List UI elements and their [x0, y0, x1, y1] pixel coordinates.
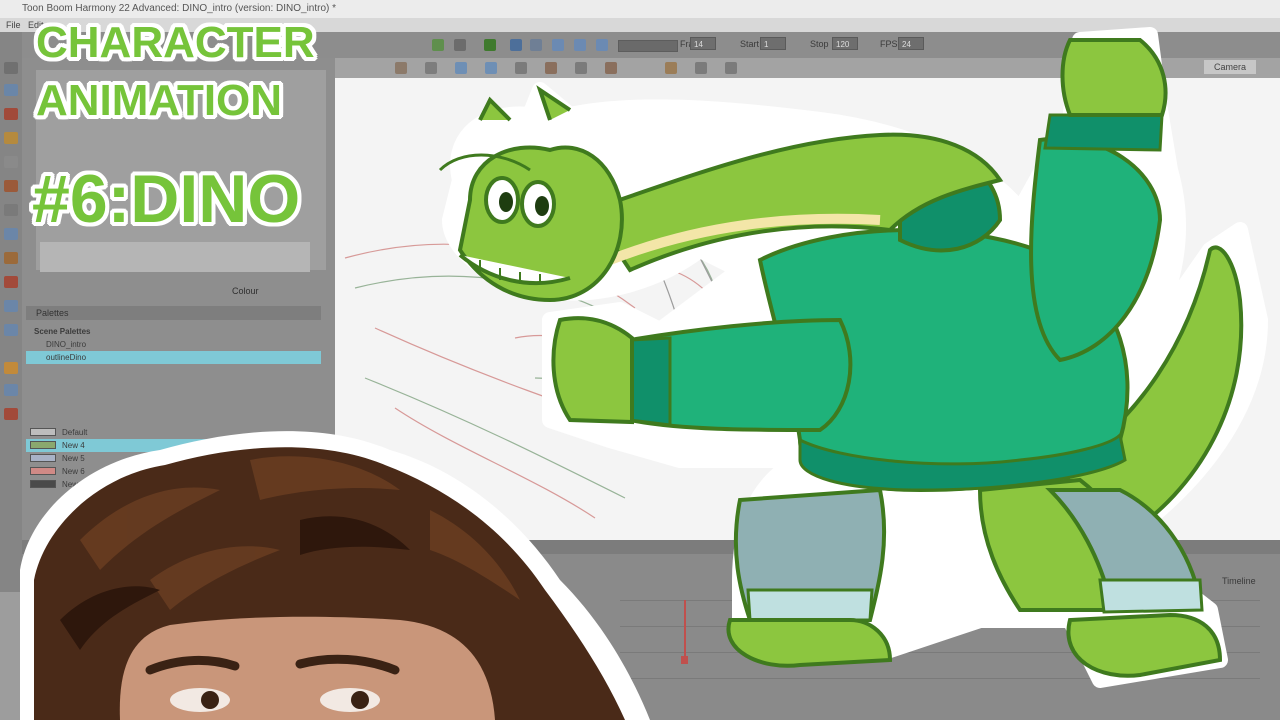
- select-tool-icon[interactable]: [395, 62, 407, 74]
- contour-icon[interactable]: [4, 84, 18, 96]
- left-eye: [170, 688, 230, 712]
- menu-item-file[interactable]: File: [6, 18, 21, 32]
- shape-icon[interactable]: [4, 228, 18, 240]
- hand-tool-icon[interactable]: [4, 362, 18, 374]
- palettes-header: Palettes: [26, 306, 321, 320]
- select-icon[interactable]: [4, 62, 18, 74]
- dino-foot-left: [726, 618, 893, 668]
- window-title: Toon Boom Harmony 22 Advanced: DINO_intr…: [22, 3, 337, 14]
- bone-tool-icon[interactable]: [4, 408, 18, 420]
- pencil-tool-icon[interactable]: [4, 132, 18, 144]
- dino-fist-forward: [551, 316, 634, 425]
- dino-fist-raised: [1060, 38, 1168, 117]
- fill-icon[interactable]: [4, 276, 18, 288]
- camera-tool-icon[interactable]: [4, 384, 18, 396]
- brush-tool-icon[interactable]: [4, 108, 18, 120]
- window-titlebar: Toon Boom Harmony 22 Advanced: DINO_intr…: [0, 0, 1280, 18]
- paint-tool-icon[interactable]: [4, 180, 18, 192]
- thumbnail-episode-title: #6:DINO: [32, 161, 301, 237]
- thumbnail-stage: Toon Boom Harmony 22 Advanced: DINO_intr…: [0, 0, 1280, 720]
- palette-list-item-selected[interactable]: outlineDino: [26, 351, 321, 364]
- zoom-tool-icon[interactable]: [4, 324, 18, 336]
- palette-list-header: Scene Palettes: [34, 327, 91, 336]
- cutter-icon[interactable]: [4, 300, 18, 312]
- brush-preview: [40, 242, 310, 272]
- eraser-icon[interactable]: [4, 156, 18, 168]
- tab-colour[interactable]: Colour: [232, 284, 292, 298]
- palettes-header-label: Palettes: [36, 308, 69, 318]
- thumbnail-title-line1: CHARACTER: [36, 18, 315, 67]
- thumbnail-title-line2: ANIMATION: [36, 76, 283, 125]
- dropper-icon[interactable]: [4, 252, 18, 264]
- palette-list-item[interactable]: DINO_intro: [26, 338, 321, 351]
- right-eye: [320, 688, 380, 712]
- dino-character-illustration: [438, 27, 1268, 688]
- text-tool-icon[interactable]: [4, 204, 18, 216]
